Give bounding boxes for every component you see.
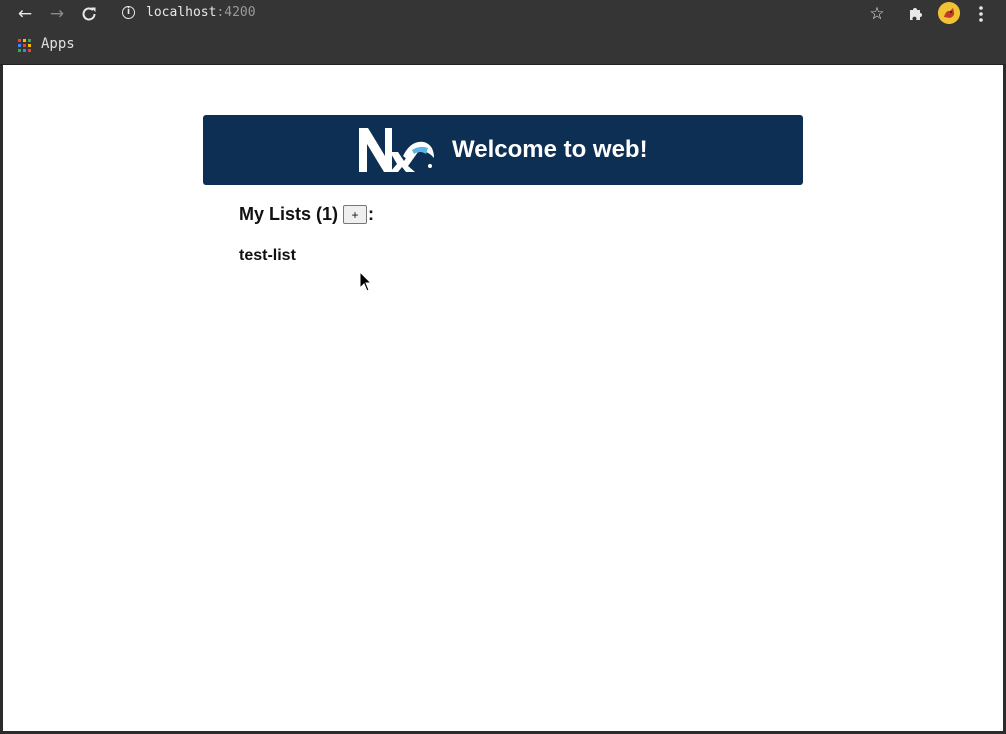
my-lists-heading: My Lists (1) + : xyxy=(239,204,374,225)
page-viewport: Welcome to web! My Lists (1) + : test-li… xyxy=(3,65,1003,731)
reload-icon[interactable] xyxy=(78,3,100,25)
address-bar[interactable]: i localhost:4200 xyxy=(112,0,870,27)
mouse-cursor-icon xyxy=(359,271,373,292)
heading-colon: : xyxy=(368,204,375,224)
add-list-button[interactable]: + xyxy=(343,205,368,224)
apps-bookmark-label: Apps xyxy=(41,36,75,52)
welcome-banner: Welcome to web! xyxy=(203,115,803,185)
url-port: :4200 xyxy=(216,5,256,20)
extensions-puzzle-glyph xyxy=(910,8,922,20)
url-text[interactable]: localhost:4200 xyxy=(146,5,256,20)
profile-avatar[interactable] xyxy=(938,2,960,24)
forward-arrow-icon[interactable]: → xyxy=(46,3,68,25)
kebab-menu-glyph xyxy=(979,6,983,22)
browser-menu-icon[interactable] xyxy=(972,3,990,25)
bookmark-star-icon[interactable]: ☆ xyxy=(866,3,888,25)
nx-logo-icon xyxy=(359,128,434,172)
avatar-image xyxy=(938,2,960,24)
site-info-icon[interactable]: i xyxy=(122,6,135,19)
banner-title: Welcome to web! xyxy=(452,136,648,163)
back-arrow-icon[interactable]: ← xyxy=(14,3,36,25)
my-lists-title: My Lists (1) xyxy=(239,204,339,224)
bookmarks-bar: Apps xyxy=(0,27,1006,65)
browser-toolbar: ← → i localhost:4200 ☆ xyxy=(0,0,1006,27)
apps-grid-icon xyxy=(18,39,31,52)
reload-icon-glyph xyxy=(82,7,96,21)
url-host: localhost xyxy=(146,5,217,20)
extensions-puzzle-icon[interactable] xyxy=(905,3,927,25)
list-item[interactable]: test-list xyxy=(239,247,296,265)
